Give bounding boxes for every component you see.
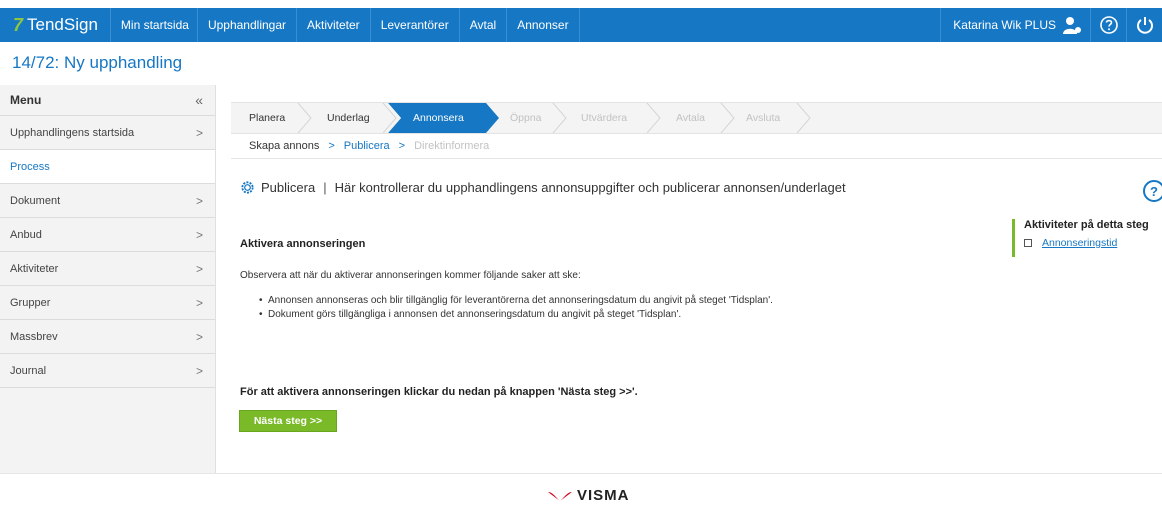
visma-brand: VISMA xyxy=(577,487,630,504)
sidebar-item-label: Dokument xyxy=(10,194,61,207)
sidebar-item-label: Journal xyxy=(10,364,47,377)
substeps-divider xyxy=(231,158,1162,159)
chevron-right-icon: > xyxy=(328,140,335,152)
step-planera[interactable]: Planera xyxy=(249,103,285,133)
next-step-button[interactable]: Nästa steg >> xyxy=(239,410,337,432)
chevron-right-icon: > xyxy=(195,125,203,140)
step-avsluta: Avsluta xyxy=(746,112,781,124)
list-item: Annonsen annonseras och blir tillgänglig… xyxy=(259,295,819,307)
sidebar: Menu « Upphandlingens startsida > Proces… xyxy=(0,85,216,473)
sidebar-item-label: Process xyxy=(10,160,50,173)
step-annonsera[interactable]: Annonsera xyxy=(413,103,464,133)
nav-annonser[interactable]: Annonser xyxy=(507,8,580,42)
step-underlag[interactable]: Underlag xyxy=(327,103,370,133)
brand-name: TendSign xyxy=(27,15,98,34)
page-title: 14/72: Ny upphandling xyxy=(12,53,183,72)
nav-leverantorer[interactable]: Leverantörer xyxy=(371,8,460,42)
sidebar-item-dokument[interactable]: Dokument > xyxy=(0,184,215,218)
sidebar-item-label: Grupper xyxy=(10,296,51,309)
sidebar-item-aktiviteter[interactable]: Aktiviteter > xyxy=(0,252,215,286)
sidebar-item-label: Massbrev xyxy=(10,330,58,343)
sidebar-header-label: Menu xyxy=(10,93,42,107)
list-item: Dokument görs tillgängliga i annonsen de… xyxy=(259,309,819,321)
instruction-text: För att aktivera annonseringen klickar d… xyxy=(240,386,638,398)
activity-checkbox[interactable] xyxy=(1024,239,1032,247)
activity-item: Annonseringstid xyxy=(1024,237,1162,249)
sidebar-item-grupper[interactable]: Grupper > xyxy=(0,286,215,320)
collapse-sidebar-icon[interactable]: « xyxy=(195,92,203,108)
substep-skapa-annons[interactable]: Skapa annons xyxy=(249,140,319,152)
tendsign-logo[interactable]: 7 TendSign xyxy=(0,8,111,42)
sidebar-item-label: Upphandlingens startsida xyxy=(10,126,135,139)
activities-panel: Aktiviteter på detta steg Annonseringsti… xyxy=(1012,219,1162,257)
activity-link-annonseringstid[interactable]: Annonseringstid xyxy=(1042,237,1117,249)
top-navigation-bar: 7 TendSign Min startsida Upphandlingar A… xyxy=(0,8,1162,42)
nav-aktiviteter[interactable]: Aktiviteter xyxy=(297,8,371,42)
tendsign-mark-icon: 7 xyxy=(13,14,24,35)
chevron-right-icon: > xyxy=(195,363,203,378)
intro-text: Observera att när du aktiverar annonseri… xyxy=(240,270,581,281)
chevron-right-icon: > xyxy=(195,261,203,276)
chevron-right-icon: > xyxy=(195,295,203,310)
heading-separator: | xyxy=(323,180,327,195)
user-icon xyxy=(1062,15,1082,35)
visma-logo-icon xyxy=(548,491,572,501)
substeps-breadcrumb: Skapa annons > Publicera > Direktinforme… xyxy=(249,140,489,152)
footer-divider xyxy=(0,473,1162,474)
user-name: Katarina Wik PLUS xyxy=(953,18,1056,32)
nav-min-startsida[interactable]: Min startsida xyxy=(111,8,198,42)
gear-icon xyxy=(241,181,254,194)
substep-direktinformera: Direktinformera xyxy=(414,140,490,152)
visma-logo: VISMA xyxy=(547,487,630,504)
heading-title: Publicera xyxy=(261,180,316,195)
sidebar-item-journal[interactable]: Journal > xyxy=(0,354,215,388)
sidebar-item-label: Aktiviteter xyxy=(10,262,59,275)
activities-title: Aktiviteter på detta steg xyxy=(1024,219,1149,231)
sidebar-header: Menu « xyxy=(0,85,215,116)
chevron-right-icon: > xyxy=(398,140,406,152)
substep-publicera[interactable]: Publicera xyxy=(344,140,390,152)
section-heading: Publicera | Här kontrollerar du upphandl… xyxy=(240,180,846,195)
power-icon[interactable] xyxy=(1126,8,1162,42)
step-oppna: Öppna xyxy=(510,112,542,124)
section-title: Aktivera annonseringen xyxy=(240,238,366,250)
help-circle-icon[interactable] xyxy=(1090,8,1126,42)
process-steps-bar: Planera Underlag Annonsera Öppna Utvärde… xyxy=(231,102,1162,134)
chevron-right-icon: > xyxy=(195,329,203,344)
user-menu[interactable]: Katarina Wik PLUS xyxy=(940,8,1090,42)
step-avtala: Avtala xyxy=(676,112,705,124)
effects-list: Annonsen annonseras och blir tillgänglig… xyxy=(259,295,819,323)
heading-text: Här kontrollerar du upphandlingens annon… xyxy=(334,180,846,195)
sidebar-item-massbrev[interactable]: Massbrev > xyxy=(0,320,215,354)
sidebar-item-anbud[interactable]: Anbud > xyxy=(0,218,215,252)
nav-upphandlingar[interactable]: Upphandlingar xyxy=(198,8,297,42)
chevron-right-icon: > xyxy=(195,193,203,208)
nav-avtal[interactable]: Avtal xyxy=(460,8,508,42)
step-utvardera: Utvärdera xyxy=(581,112,628,124)
chevron-right-icon: > xyxy=(195,227,203,242)
help-icon[interactable]: ? xyxy=(1143,180,1162,202)
sidebar-item-upphandlingens-startsida[interactable]: Upphandlingens startsida > xyxy=(0,116,215,150)
sidebar-item-process[interactable]: Process xyxy=(0,150,215,184)
sidebar-item-label: Anbud xyxy=(10,228,42,241)
